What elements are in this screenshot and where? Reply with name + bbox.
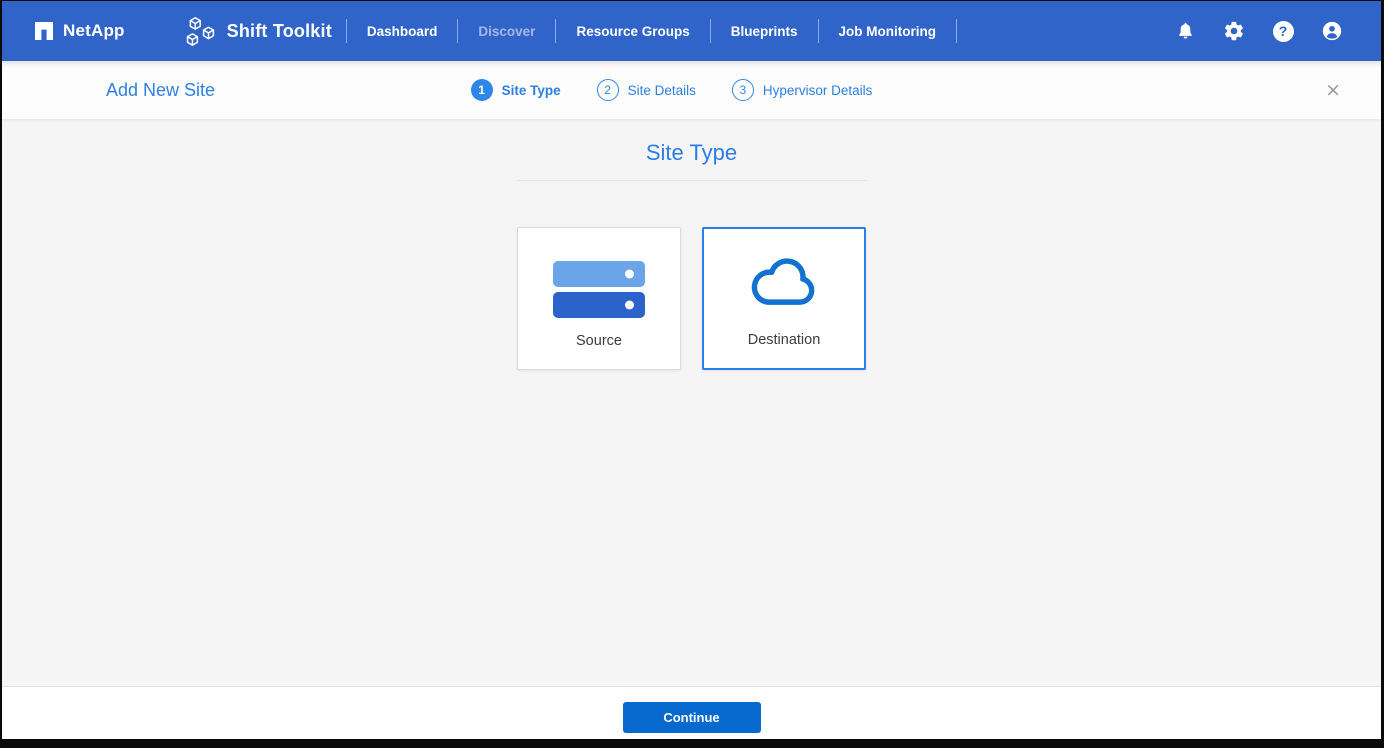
heading-divider bbox=[518, 180, 866, 181]
option-card-destination[interactable]: Destination bbox=[702, 227, 866, 370]
close-icon[interactable]: × bbox=[1325, 81, 1341, 100]
step-site-type[interactable]: 1 Site Type bbox=[471, 79, 561, 101]
gear-icon[interactable] bbox=[1223, 20, 1245, 42]
topbar-icon-group: ? bbox=[1174, 20, 1343, 42]
nav-item-job-monitoring[interactable]: Job Monitoring bbox=[823, 18, 952, 45]
wizard-steps: 1 Site Type 2 Site Details 3 Hypervisor … bbox=[471, 79, 873, 101]
nav-item-resource-groups[interactable]: Resource Groups bbox=[560, 18, 705, 45]
bell-icon[interactable] bbox=[1174, 20, 1196, 42]
site-type-panel: Site Type Source Destination bbox=[2, 119, 1381, 687]
netapp-logo-icon bbox=[34, 21, 54, 41]
top-navigation-bar: NetApp Shift Toolkit Dashboard Discover … bbox=[2, 1, 1381, 61]
wizard-title: Add New Site bbox=[106, 80, 215, 101]
page-title: Site Type bbox=[646, 140, 737, 166]
option-label-destination: Destination bbox=[748, 332, 821, 348]
wizard-footer: Continue bbox=[2, 687, 1381, 739]
nav-divider bbox=[818, 19, 819, 43]
nav-divider bbox=[346, 19, 347, 43]
step-2-circle: 2 bbox=[597, 79, 619, 101]
brand-name: NetApp bbox=[63, 21, 125, 41]
help-icon[interactable]: ? bbox=[1272, 20, 1294, 42]
nav-divider bbox=[457, 19, 458, 43]
main-nav: Dashboard Discover Resource Groups Bluep… bbox=[342, 18, 961, 45]
nav-divider bbox=[710, 19, 711, 43]
nav-divider bbox=[956, 19, 957, 43]
nav-item-discover[interactable]: Discover bbox=[462, 18, 551, 45]
nav-divider bbox=[555, 19, 556, 43]
netapp-brand: NetApp bbox=[34, 21, 125, 41]
continue-button[interactable]: Continue bbox=[623, 702, 761, 733]
product-name: Shift Toolkit bbox=[227, 21, 332, 42]
step-2-label: Site Details bbox=[628, 83, 696, 98]
step-1-label: Site Type bbox=[502, 83, 561, 98]
wizard-header: Add New Site 1 Site Type 2 Site Details … bbox=[2, 61, 1381, 119]
cloud-icon bbox=[747, 257, 821, 309]
option-card-source[interactable]: Source bbox=[517, 227, 681, 370]
option-label-source: Source bbox=[576, 333, 622, 349]
account-icon[interactable] bbox=[1321, 20, 1343, 42]
shift-toolkit-logo-icon bbox=[183, 16, 217, 47]
step-site-details[interactable]: 2 Site Details bbox=[597, 79, 696, 101]
app-window: NetApp Shift Toolkit Dashboard Discover … bbox=[0, 0, 1384, 748]
step-hypervisor-details[interactable]: 3 Hypervisor Details bbox=[732, 79, 873, 101]
shift-toolkit-brand: Shift Toolkit bbox=[183, 16, 332, 47]
step-3-circle: 3 bbox=[732, 79, 754, 101]
server-stack-icon bbox=[553, 261, 645, 318]
step-3-label: Hypervisor Details bbox=[763, 83, 873, 98]
step-1-circle: 1 bbox=[471, 79, 493, 101]
help-glyph: ? bbox=[1273, 21, 1294, 42]
nav-item-dashboard[interactable]: Dashboard bbox=[351, 18, 454, 45]
nav-item-blueprints[interactable]: Blueprints bbox=[715, 18, 814, 45]
site-type-options: Source Destination bbox=[517, 227, 866, 370]
